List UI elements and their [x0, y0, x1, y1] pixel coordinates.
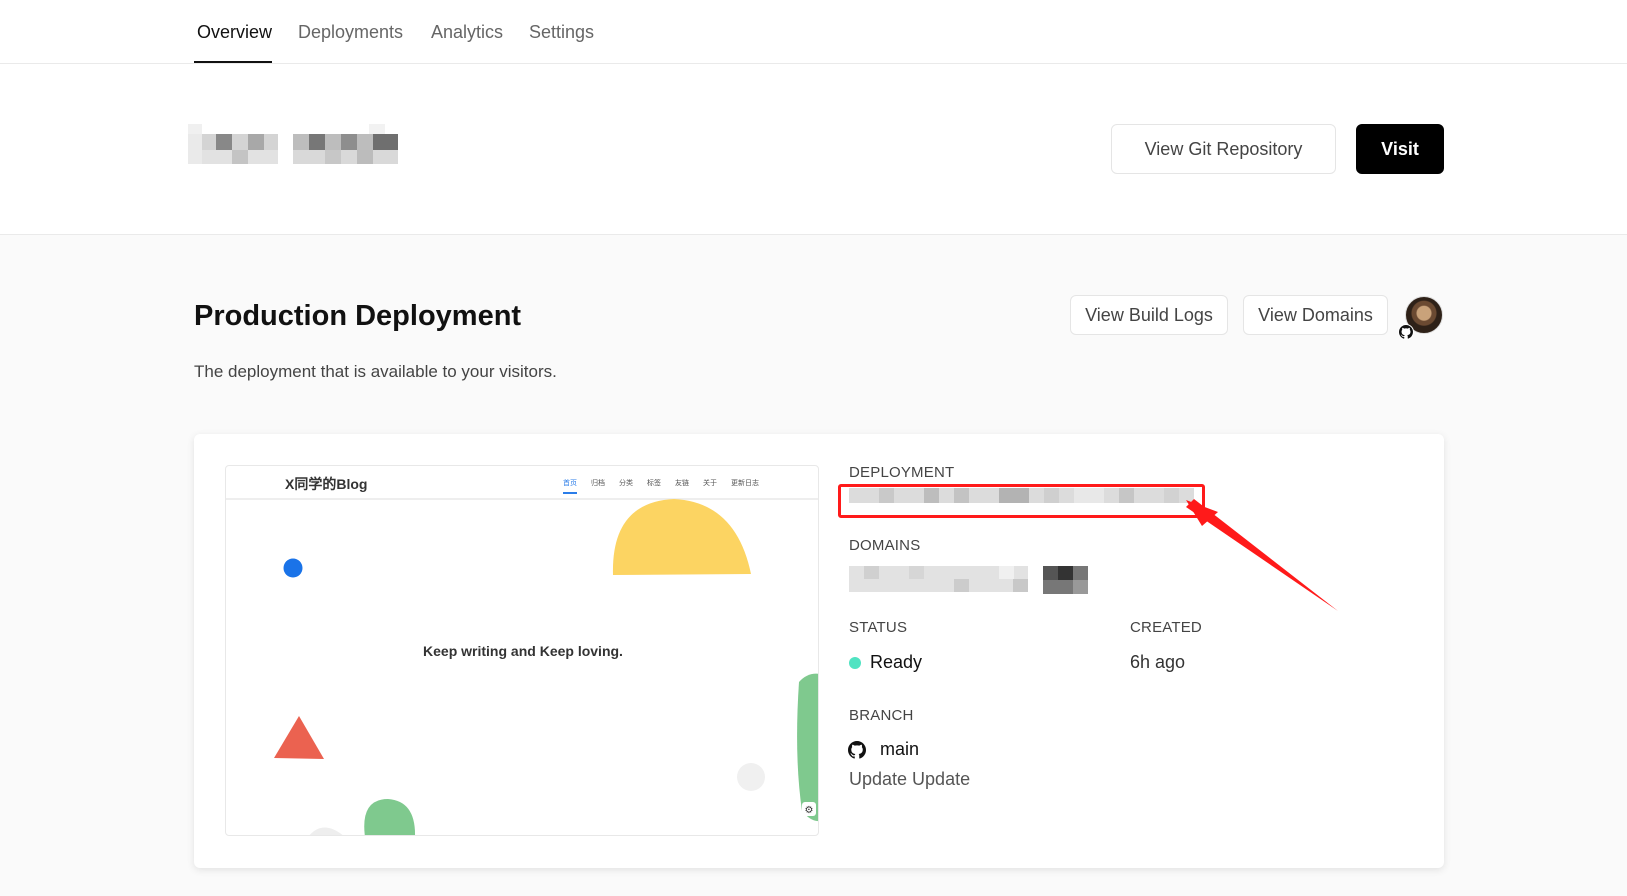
deployment-label: DEPLOYMENT — [849, 464, 955, 481]
view-git-repository-button[interactable]: View Git Repository — [1111, 124, 1336, 174]
status-value: Ready — [870, 652, 923, 672]
deployment-preview[interactable]: X同学的Blog 首页 归档 分类 标签 友链 关于 更新日志 ⚙ Keep w… — [225, 465, 819, 836]
github-icon — [1398, 324, 1414, 340]
section-description: The deployment that is available to your… — [194, 362, 557, 381]
branch-value[interactable]: main — [880, 739, 919, 760]
blog-tagline: Keep writing and Keep loving. — [423, 643, 623, 659]
tab-overview[interactable]: Overview — [197, 22, 272, 43]
created-label: CREATED — [1130, 619, 1202, 636]
green-shape-bottom — [364, 799, 415, 835]
annotation-highlight-box — [838, 484, 1205, 518]
github-icon — [848, 741, 866, 759]
view-build-logs-button[interactable]: View Build Logs — [1070, 295, 1228, 335]
grey-half-circle — [309, 827, 343, 835]
commit-message[interactable]: Update Update — [849, 769, 970, 790]
active-tab-indicator — [194, 61, 272, 63]
view-domains-button[interactable]: View Domains — [1243, 295, 1388, 335]
tab-deployments[interactable]: Deployments — [298, 22, 403, 43]
status-indicator — [849, 657, 861, 669]
status-label: STATUS — [849, 619, 908, 636]
section-title: Production Deployment — [194, 300, 522, 332]
branch-label: BRANCH — [849, 707, 914, 724]
yellow-shape — [612, 499, 751, 575]
tab-settings[interactable]: Settings — [529, 22, 594, 43]
gear-icon: ⚙ — [805, 805, 814, 816]
blue-dot — [283, 558, 303, 578]
grey-circle — [737, 763, 765, 791]
domains-label: DOMAINS — [849, 537, 921, 554]
red-triangle — [274, 716, 324, 759]
visit-button[interactable]: Visit — [1356, 124, 1444, 174]
created-value: 6h ago — [1130, 652, 1186, 672]
green-shape-right — [797, 673, 818, 822]
top-navigation: Overview Deployments Analytics Settings — [0, 0, 1627, 64]
tab-analytics[interactable]: Analytics — [431, 22, 503, 43]
